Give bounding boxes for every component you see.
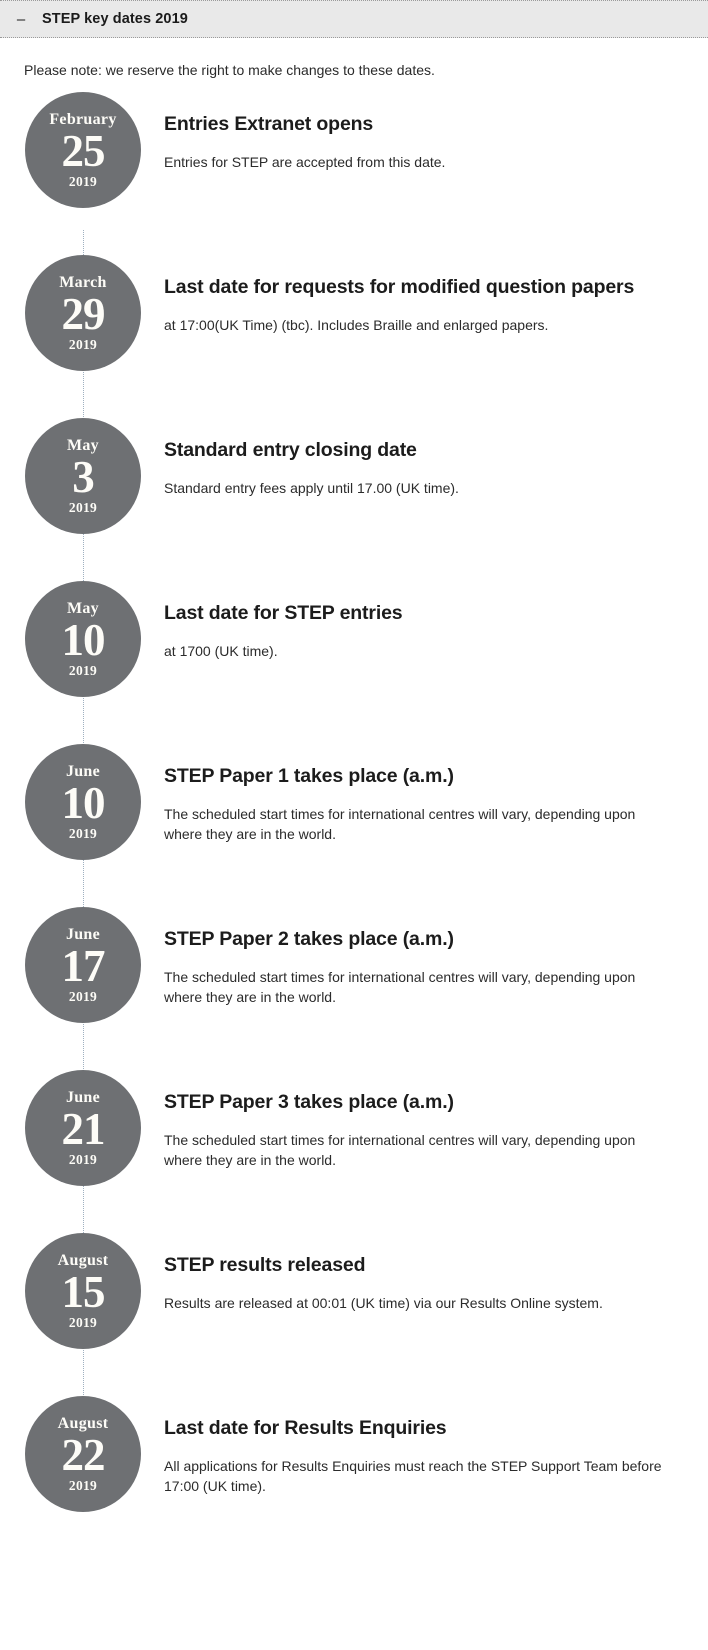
entry-description: The scheduled start times for internatio… [164, 805, 636, 843]
date-badge: August 15 2019 [25, 1233, 141, 1350]
entry-title: Last date for requests for modified ques… [164, 276, 635, 299]
date-year: 2019 [68, 663, 98, 679]
timeline: February 25 2019 Entries Extranet opens … [0, 80, 708, 1589]
timeline-entry-9: August 22 2019 Last date for Results Enq… [0, 1396, 708, 1559]
entry-title: STEP results released [164, 1254, 366, 1277]
minus-icon[interactable]: – [12, 12, 30, 27]
timeline-entry-2: March 29 2019 Last date for requests for… [0, 255, 708, 418]
date-day: 22 [61, 1429, 106, 1480]
date-day: 10 [61, 777, 106, 828]
date-day: 29 [61, 288, 106, 339]
date-day: 3 [72, 451, 94, 502]
date-year: 2019 [68, 174, 98, 190]
timeline-entry-8: August 15 2019 STEP results released Res… [0, 1233, 708, 1396]
entry-title: Standard entry closing date [164, 439, 417, 462]
entry-description: Results are released at 00:01 (UK time) … [164, 1294, 603, 1311]
entry-content: Last date for Results Enquiries All appl… [141, 1396, 708, 1497]
entry-title: STEP Paper 3 takes place (a.m.) [164, 1091, 454, 1114]
date-year: 2019 [68, 337, 98, 353]
date-year: 2019 [68, 989, 98, 1005]
entry-description: All applications for Results Enquiries m… [164, 1457, 662, 1495]
timeline-entry-6: June 17 2019 STEP Paper 2 takes place (a… [0, 907, 708, 1070]
date-day: 25 [61, 125, 106, 176]
timeline-entry-7: June 21 2019 STEP Paper 3 takes place (a… [0, 1070, 708, 1233]
timeline-entry-4: May 10 2019 Last date for STEP entries a… [0, 581, 708, 744]
entry-title: STEP Paper 1 takes place (a.m.) [164, 765, 454, 788]
accordion-header-step-key-dates[interactable]: – STEP key dates 2019 [0, 0, 708, 38]
date-badge: June 21 2019 [25, 1070, 141, 1187]
entry-description: at 1700 (UK time). [164, 642, 278, 659]
date-badge: August 22 2019 [25, 1396, 141, 1513]
date-year: 2019 [68, 500, 98, 516]
entry-content: STEP results released Results are releas… [141, 1233, 708, 1313]
date-year: 2019 [68, 826, 98, 842]
entry-title: Entries Extranet opens [164, 113, 374, 136]
entry-content: STEP Paper 3 takes place (a.m.) The sche… [141, 1070, 708, 1171]
timeline-entry-5: June 10 2019 STEP Paper 1 takes place (a… [0, 744, 708, 907]
page-title: STEP key dates 2019 [42, 11, 188, 27]
entry-content: Entries Extranet opens Entries for STEP … [141, 92, 708, 172]
date-badge: May 3 2019 [25, 418, 141, 535]
date-year: 2019 [68, 1315, 98, 1331]
entry-description: The scheduled start times for internatio… [164, 1131, 636, 1169]
date-badge: June 10 2019 [25, 744, 141, 861]
timeline-entry-list: February 25 2019 Entries Extranet opens … [0, 92, 708, 1559]
intro-note: Please note: we reserve the right to mak… [24, 62, 435, 78]
entry-description: at 17:00(UK Time) (tbc). Includes Braill… [164, 316, 549, 333]
entry-content: STEP Paper 2 takes place (a.m.) The sche… [141, 907, 708, 1008]
date-year: 2019 [68, 1152, 98, 1168]
timeline-entry-1: February 25 2019 Entries Extranet opens … [0, 92, 708, 255]
entry-title: Last date for Results Enquiries [164, 1417, 447, 1440]
date-badge: February 25 2019 [25, 92, 141, 209]
entry-content: STEP Paper 1 takes place (a.m.) The sche… [141, 744, 708, 845]
entry-description: Entries for STEP are accepted from this … [164, 153, 446, 170]
entry-content: Last date for STEP entries at 1700 (UK t… [141, 581, 708, 661]
date-day: 21 [61, 1103, 106, 1154]
entry-content: Standard entry closing date Standard ent… [141, 418, 708, 498]
step-key-dates-page: – STEP key dates 2019 Please note: we re… [0, 0, 708, 1589]
entry-description: The scheduled start times for internatio… [164, 968, 636, 1006]
timeline-entry-3: May 3 2019 Standard entry closing date S… [0, 418, 708, 581]
entry-description: Standard entry fees apply until 17.00 (U… [164, 479, 459, 496]
entry-title: STEP Paper 2 takes place (a.m.) [164, 928, 454, 951]
date-year: 2019 [68, 1478, 98, 1494]
entry-content: Last date for requests for modified ques… [141, 255, 708, 335]
date-badge: June 17 2019 [25, 907, 141, 1024]
entry-title: Last date for STEP entries [164, 602, 403, 625]
date-badge: March 29 2019 [25, 255, 141, 372]
date-day: 17 [61, 940, 106, 991]
date-day: 10 [61, 614, 106, 665]
date-badge: May 10 2019 [25, 581, 141, 698]
date-day: 15 [61, 1266, 106, 1317]
